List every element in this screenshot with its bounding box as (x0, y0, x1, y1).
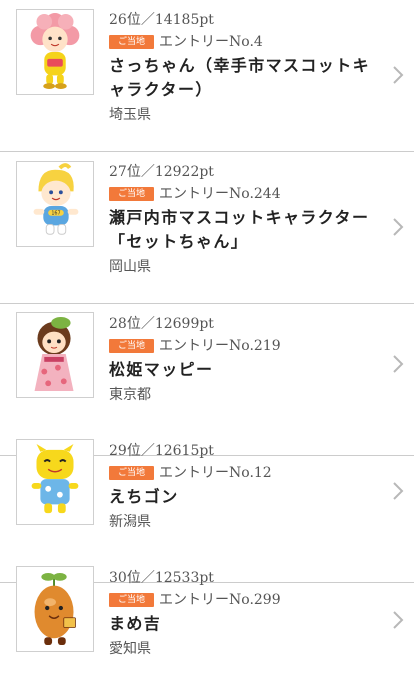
local-badge: ご当地 (109, 339, 155, 353)
prefecture: 岡山県 (109, 259, 151, 275)
entry-line: ご当地 エントリーNo.244 (109, 185, 378, 203)
entry-line: ご当地 エントリーNo.12 (109, 464, 378, 482)
local-badge: ご当地 (109, 35, 155, 49)
entry-number: エントリーNo.244 (159, 186, 281, 202)
mascot-name: 瀬戸内市マスコットキャラクター「セットちゃん」 (109, 208, 370, 251)
local-badge: ご当地 (109, 187, 155, 201)
prefecture: 愛知県 (109, 641, 151, 657)
list-item[interactable]: 26位／14185pt ご当地 エントリーNo.4 さっちゃん（幸手市マスコット… (0, 0, 414, 152)
rank-points: 27位／12922pt (109, 164, 214, 180)
chevron-right-icon[interactable] (392, 481, 404, 501)
mascot-name: まめ吉 (109, 614, 162, 633)
entry-number: エントリーNo.4 (159, 34, 263, 50)
mascot-name: さっちゃん（幸手市マスコットキャラクター） (109, 56, 371, 99)
local-badge: ご当地 (109, 593, 155, 607)
rank-points: 29位／12615pt (109, 443, 214, 459)
entry-info: 28位／12699pt ご当地 エントリーNo.219 松姫マッピー 東京都 (109, 315, 378, 405)
mascot-kimono-girl-icon (16, 312, 94, 398)
entry-info: 29位／12615pt ご当地 エントリーNo.12 えちゴン 新潟県 (109, 442, 378, 532)
svg-text:167: 167 (51, 211, 60, 217)
chevron-right-icon[interactable] (392, 610, 404, 630)
entry-info: 27位／12922pt ご当地 エントリーNo.244 瀬戸内市マスコットキャラ… (109, 163, 378, 277)
entry-line: ご当地 エントリーNo.219 (109, 337, 378, 355)
list-item[interactable]: 30位／12533pt ご当地 エントリーNo.299 まめ吉 愛知県 (0, 558, 414, 680)
chevron-right-icon[interactable] (392, 65, 404, 85)
mascot-name: えちゴン (109, 487, 179, 506)
mascot-blue-boy-icon: 167 (16, 161, 94, 247)
ranking-list: 26位／14185pt ご当地 エントリーNo.4 さっちゃん（幸手市マスコット… (0, 0, 414, 680)
entry-info: 26位／14185pt ご当地 エントリーNo.4 さっちゃん（幸手市マスコット… (109, 11, 378, 125)
entry-line: ご当地 エントリーNo.299 (109, 591, 378, 609)
entry-number: エントリーNo.299 (159, 592, 281, 608)
mascot-name: 松姫マッピー (109, 360, 214, 379)
chevron-right-icon[interactable] (392, 354, 404, 374)
mascot-bean-icon (16, 566, 94, 652)
entry-number: エントリーNo.12 (159, 465, 272, 481)
prefecture: 埼玉県 (109, 107, 151, 123)
rank-points: 30位／12533pt (109, 570, 214, 586)
entry-line: ご当地 エントリーNo.4 (109, 33, 378, 51)
local-badge: ご当地 (109, 466, 155, 480)
mascot-yellow-dragon-icon (16, 439, 94, 525)
rank-points: 26位／14185pt (109, 12, 214, 28)
entry-info: 30位／12533pt ご当地 エントリーNo.299 まめ吉 愛知県 (109, 569, 378, 659)
prefecture: 東京都 (109, 387, 151, 403)
chevron-right-icon[interactable] (392, 217, 404, 237)
mascot-flower-girl-icon (16, 9, 94, 95)
entry-number: エントリーNo.219 (159, 338, 281, 354)
list-item[interactable]: 167 27位／12922pt ご当地 エントリーNo.244 瀬戸内市マスコッ… (0, 152, 414, 304)
rank-points: 28位／12699pt (109, 316, 214, 332)
prefecture: 新潟県 (109, 514, 151, 530)
